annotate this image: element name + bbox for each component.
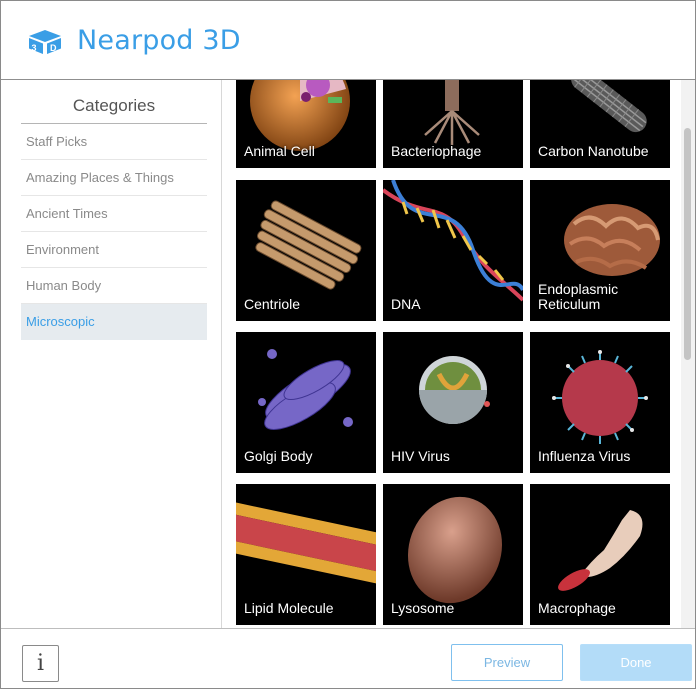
model-label: Lipid Molecule bbox=[244, 600, 334, 616]
model-tile[interactable]: Golgi Body bbox=[236, 332, 376, 473]
model-label: HIV Virus bbox=[391, 448, 450, 464]
app-title: Nearpod 3D bbox=[77, 25, 241, 56]
category-ancient-times[interactable]: Ancient Times bbox=[21, 196, 207, 232]
svg-text:3: 3 bbox=[32, 43, 37, 53]
grid-scrollbar[interactable] bbox=[681, 80, 695, 628]
model-tile[interactable]: Animal Cell bbox=[236, 80, 376, 168]
app-window: 3 D Nearpod 3D Categories Staff Picks Am… bbox=[0, 0, 696, 689]
done-button[interactable]: Done bbox=[580, 644, 692, 681]
model-tile[interactable]: Lysosome bbox=[383, 484, 523, 625]
model-tile[interactable]: DNA bbox=[383, 180, 523, 321]
categories-sidebar: Categories Staff Picks Amazing Places & … bbox=[1, 80, 222, 628]
category-microscopic[interactable]: Microscopic bbox=[21, 304, 207, 340]
category-amazing-places[interactable]: Amazing Places & Things bbox=[21, 160, 207, 196]
model-label: Endoplasmic Reticulum bbox=[538, 281, 619, 312]
model-label: Lysosome bbox=[391, 600, 455, 616]
model-label: Carbon Nanotube bbox=[538, 143, 649, 159]
model-label: DNA bbox=[391, 296, 421, 312]
model-tile[interactable]: Carbon Nanotube bbox=[530, 80, 670, 168]
model-tile[interactable]: Macrophage bbox=[530, 484, 670, 625]
model-tile[interactable]: Lipid Molecule bbox=[236, 484, 376, 625]
category-list: Staff Picks Amazing Places & Things Anci… bbox=[21, 124, 207, 340]
scrollbar-thumb[interactable] bbox=[684, 128, 691, 360]
model-label: Macrophage bbox=[538, 600, 616, 616]
preview-button[interactable]: Preview bbox=[451, 644, 563, 681]
model-tile[interactable]: Bacteriophage bbox=[383, 80, 523, 168]
model-label: Bacteriophage bbox=[391, 143, 482, 159]
model-grid: Animal Cell Bacteriophage Carbon Nanotub… bbox=[222, 80, 680, 628]
model-tile[interactable]: HIV Virus bbox=[383, 332, 523, 473]
model-tile[interactable]: Endoplasmic Reticulum bbox=[530, 180, 670, 321]
category-staff-picks[interactable]: Staff Picks bbox=[21, 124, 207, 160]
cube-3d-icon: 3 D bbox=[29, 30, 61, 54]
categories-heading: Categories bbox=[72, 96, 156, 115]
model-tile[interactable]: Influenza Virus bbox=[530, 332, 670, 473]
model-label: Animal Cell bbox=[244, 143, 315, 159]
model-label: Golgi Body bbox=[244, 448, 313, 464]
footer-bar: i Preview Done bbox=[1, 628, 695, 688]
model-label: Centriole bbox=[244, 296, 301, 312]
info-button[interactable]: i bbox=[22, 645, 59, 682]
model-tile[interactable]: Centriole bbox=[236, 180, 376, 321]
app-header: 3 D Nearpod 3D bbox=[1, 1, 695, 80]
model-label: Influenza Virus bbox=[538, 448, 631, 464]
category-human-body[interactable]: Human Body bbox=[21, 268, 207, 304]
svg-text:D: D bbox=[50, 43, 57, 53]
category-environment[interactable]: Environment bbox=[21, 232, 207, 268]
